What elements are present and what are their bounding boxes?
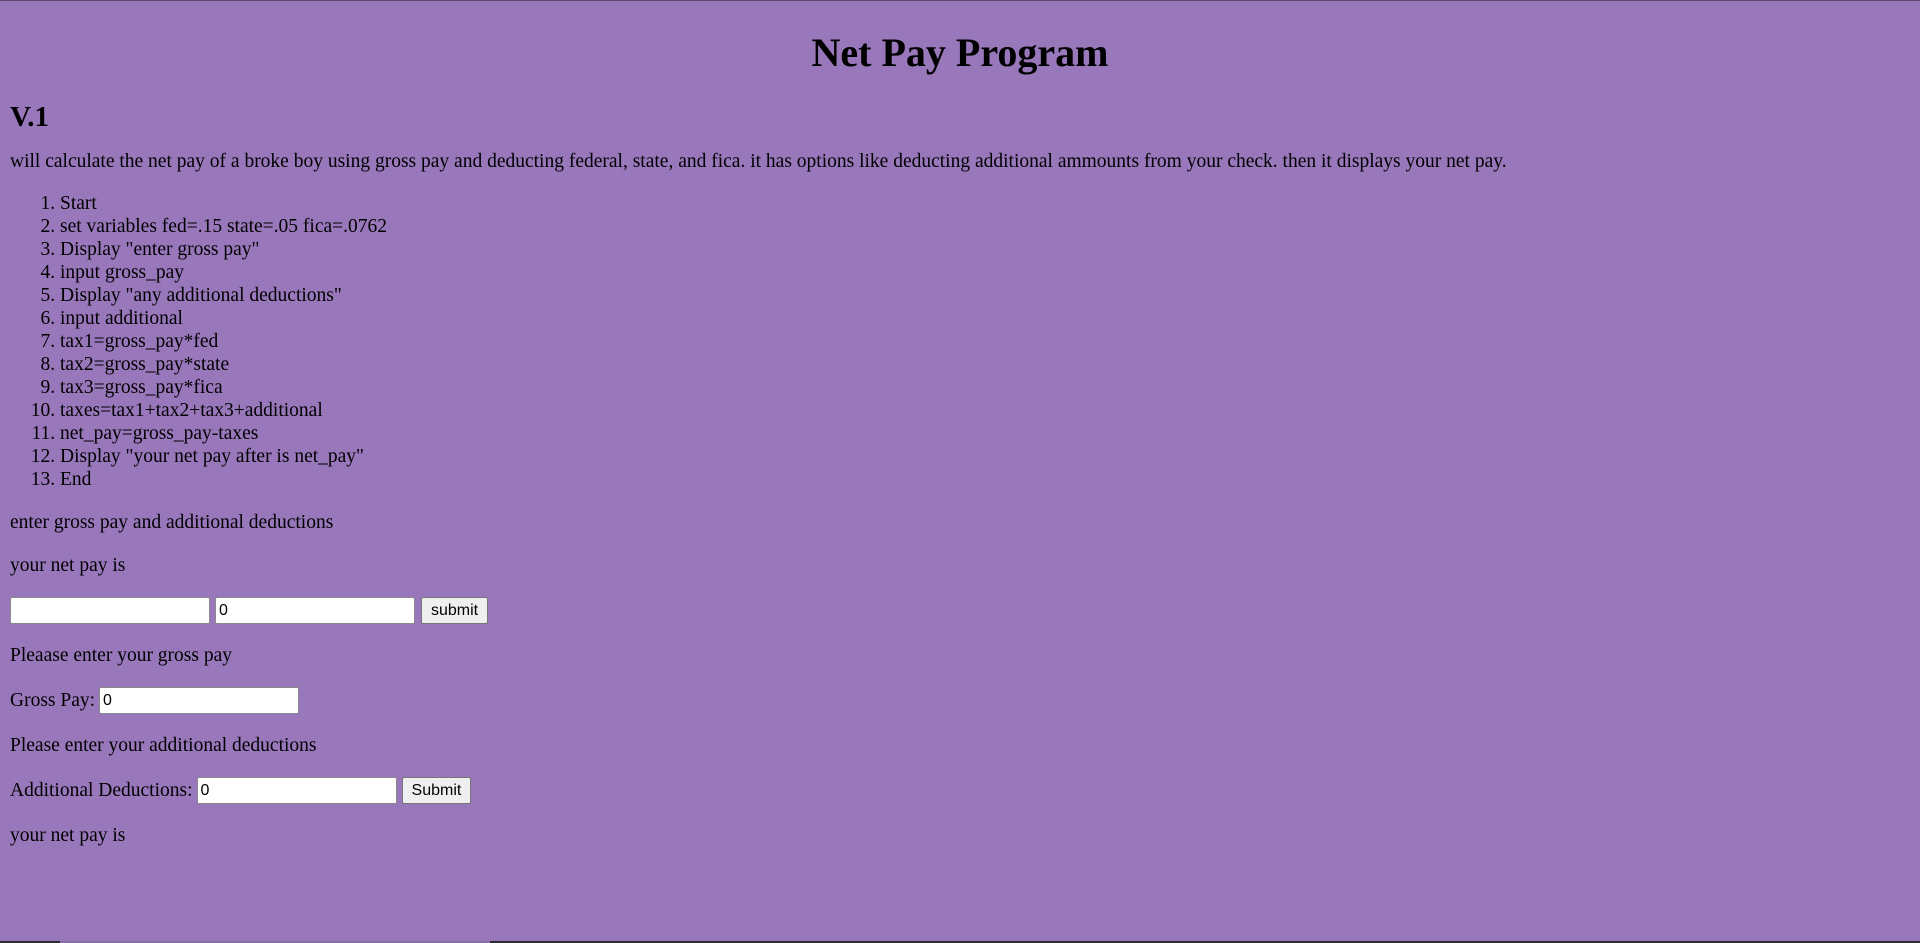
gross-pay-input[interactable]	[99, 687, 300, 714]
step-item: tax3=gross_pay*fica	[60, 376, 1910, 399]
additional-deductions-input[interactable]	[196, 777, 397, 804]
form2-submit-button[interactable]: Submit	[401, 777, 472, 804]
step-item: Display "your net pay after is net_pay"	[60, 445, 1910, 468]
program-description: will calculate the net pay of a broke bo…	[10, 151, 1507, 172]
step-item: input additional	[60, 307, 1910, 330]
step-item: taxes=tax1+tax2+tax3+additional	[60, 399, 1910, 422]
gross-pay-row: Gross Pay:	[10, 687, 1910, 714]
algorithm-steps-list: Start set variables fed=.15 state=.05 fi…	[10, 192, 1910, 491]
step-item: Display "enter gross pay"	[60, 238, 1910, 261]
page-title: Net Pay Program	[811, 30, 1109, 75]
form1-net-pay-result: your net pay is	[10, 555, 126, 576]
step-item: input gross_pay	[60, 261, 1910, 284]
version-heading: V.1	[10, 101, 49, 133]
step-item: Display "any additional deductions"	[60, 284, 1910, 307]
form1-prompt: enter gross pay and additional deduction…	[10, 512, 334, 533]
step-item: tax1=gross_pay*fed	[60, 330, 1910, 353]
top-border	[0, 0, 1920, 1]
step-item: set variables fed=.15 state=.05 fica=.07…	[60, 215, 1910, 238]
step-item: tax2=gross_pay*state	[60, 353, 1910, 376]
additional-deductions-label: Additional Deductions:	[10, 780, 193, 801]
page-content: Net Pay Program V.1 will calculate the n…	[0, 0, 1920, 847]
gross-pay-prompt: Pleaase enter your gross pay	[10, 645, 233, 666]
additional-deductions-prompt: Please enter your additional deductions	[10, 735, 317, 756]
form1-row: submit	[10, 597, 1910, 624]
step-item: Start	[60, 192, 1910, 215]
form2-net-pay-result: your net pay is	[10, 825, 126, 846]
form1-additional-deductions-input[interactable]	[215, 597, 415, 624]
step-item: net_pay=gross_pay-taxes	[60, 422, 1910, 445]
form1-gross-pay-input[interactable]	[10, 597, 210, 624]
step-item: End	[60, 468, 1910, 491]
form1-submit-button[interactable]: submit	[421, 597, 489, 624]
gross-pay-label: Gross Pay:	[10, 690, 96, 711]
additional-deductions-row: Additional Deductions: Submit	[10, 777, 1910, 804]
